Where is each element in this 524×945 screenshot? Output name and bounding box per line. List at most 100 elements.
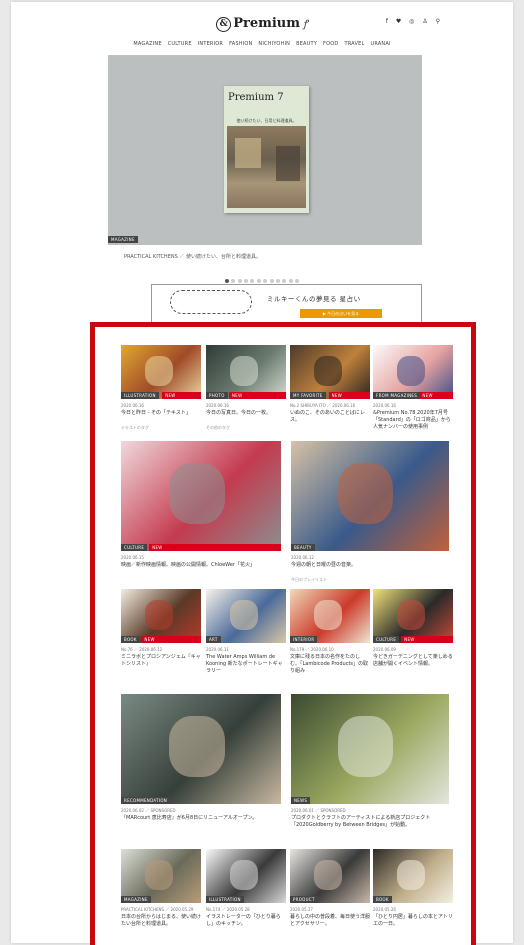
article-date: 2020.06.15 [121, 555, 144, 560]
new-badge: NEW [149, 544, 281, 551]
article-thumbnail[interactable]: INTERIOR [290, 589, 370, 643]
article-thumbnail[interactable]: ILLUSTRATION NEW [121, 345, 201, 399]
article-thumbnail[interactable]: BOOK [373, 849, 453, 903]
article-title[interactable]: 「ひとり円居」暮らしの本とアトリエの一日。 [373, 914, 453, 928]
article-thumbnail[interactable]: FROM MAGAZINES NEW [373, 345, 453, 399]
thumbnail-shape [338, 716, 393, 777]
nav-item-magazine[interactable]: MAGAZINE [133, 41, 161, 47]
article-title[interactable]: 映画／新作映画情報。映画の公開情報。ChloeWer「花火」 [121, 562, 281, 569]
slider-dot[interactable] [263, 279, 268, 283]
article-date: PRACTICAL KITCHENS ／ 2020.05.29 [121, 907, 194, 912]
article-thumbnail[interactable]: BEAUTY [291, 441, 449, 551]
slider-dot[interactable] [250, 279, 255, 283]
new-badge: NEW [162, 392, 201, 399]
thumbnail-shape [230, 860, 258, 890]
magazine-cover[interactable]: Premium 7 使い続けたい、日用と料理道具。 [224, 86, 309, 213]
slider-dot[interactable] [295, 279, 300, 283]
article-thumbnail[interactable]: MY FAVORITE NEW [290, 345, 370, 399]
slider-dot[interactable] [269, 279, 274, 283]
article-subtitle: 今日のプレイリスト [291, 577, 327, 582]
slider-dot[interactable] [282, 279, 287, 283]
slider-dot[interactable] [256, 279, 261, 283]
thumbnail-shape [169, 463, 225, 524]
banner-title: ミルキーくんの夢見る 星占い [267, 295, 361, 303]
thumbnail-shape [314, 600, 342, 630]
article-thumbnail[interactable]: RECOMMENDATION [121, 694, 281, 804]
hero-caption[interactable]: PRACTICAL KITCHENS ／ 使い続けたい、台所と料理道具。 [124, 253, 261, 260]
article-date: No.174 ／ 2020.05.28 [206, 907, 250, 912]
category-tag: ART [206, 636, 221, 643]
category-tag: CULTURE [373, 636, 400, 643]
article-thumbnail[interactable]: CULTURE NEW [121, 441, 281, 551]
category-tag: NEWS [291, 797, 311, 804]
article-thumbnail[interactable]: BOOK NEW [121, 589, 201, 643]
article-title[interactable]: いぬのこ、そのあいのことばにレス。 [290, 410, 370, 424]
article-date: 2020.06.16 [121, 403, 144, 408]
article-title[interactable]: イラストレーターの「ひとり暮らし」のキッチン。 [206, 914, 286, 928]
new-badge: NEW [328, 392, 370, 399]
logo-mark-icon: ꝭ [303, 19, 308, 30]
nav-item-culture[interactable]: CULTURE [168, 41, 192, 47]
article-title[interactable]: 今週の朝と日曜の昼の音楽。 [291, 562, 449, 569]
article-thumbnail[interactable]: CULTURE NEW [373, 589, 453, 643]
article-date: 2020.05.26 [373, 907, 396, 912]
category-tag: INTERIOR [290, 636, 318, 643]
category-tag: BEAUTY [291, 544, 315, 551]
slider-dot[interactable] [237, 279, 242, 283]
article-thumbnail[interactable]: MAGAZINE [121, 849, 201, 903]
thumbnail-shape [145, 860, 173, 890]
slider-dot[interactable] [244, 279, 249, 283]
article-title[interactable]: 『MARcourt 恵比寿店』が6月8日にリニューアルオープン。 [121, 815, 281, 822]
ampersand-icon: & [216, 17, 232, 32]
logo-text: Premium [233, 16, 301, 31]
category-tag: BOOK [121, 636, 140, 643]
article-title[interactable]: &Premium No.78 2020年7月号 「Standard」の「ロゴ商品… [373, 410, 453, 431]
article-thumbnail[interactable]: PHOTO NEW [206, 345, 286, 399]
category-tag: BOOK [373, 896, 392, 903]
nav-item-interior[interactable]: INTERIOR [198, 41, 223, 47]
nav-item-travel[interactable]: TRAVEL [344, 41, 364, 47]
article-date: 2020.06.16 [373, 403, 396, 408]
thumbnail-shape [145, 356, 173, 386]
article-thumbnail[interactable]: ILLUSTRATION [206, 849, 286, 903]
cover-photo [227, 126, 306, 208]
article-title[interactable]: 暮らしの中の普段着、毎日使う洋服とアクセサリー。 [290, 914, 370, 928]
article-title[interactable]: 今日と昨日 - その「テキスト」 [121, 410, 201, 417]
main-nav: MAGAZINE CULTURE INTERIOR FASHION NICHIYOHIN… [11, 41, 513, 47]
article-grid: ILLUSTRATION NEW 2020.06.16 今日と昨日 - その「テキスト… [90, 322, 476, 945]
slider-dot[interactable] [288, 279, 293, 283]
article-thumbnail[interactable]: ART [206, 589, 286, 643]
nav-item-food[interactable]: FOOD [323, 41, 338, 47]
category-tag: PRODUCT [290, 896, 318, 903]
article-thumbnail[interactable]: PRODUCT [290, 849, 370, 903]
thumbnail-shape [230, 356, 258, 386]
nav-item-nichiyohin[interactable]: NICHIYOHIN [258, 41, 290, 47]
horoscope-button[interactable]: ▶ 今日の占いを見る [300, 309, 382, 318]
nav-item-beauty[interactable]: BEAUTY [296, 41, 317, 47]
article-title[interactable]: 文庫に残る日本の名作をたのしむ。「Lambicode Products」の取り組… [290, 654, 370, 675]
article-title[interactable]: ミニラボとプロシアンジェム『キャトシリスト』 [121, 654, 201, 668]
category-tag: FROM MAGAZINES [373, 392, 421, 399]
category-tag: ILLUSTRATION [206, 896, 244, 903]
slider-dot[interactable] [275, 279, 280, 283]
article-title[interactable]: The Water Amps William de Kooning 新たなポート… [206, 654, 286, 675]
article-title[interactable]: 今日の写真日。今日の一枚。 [206, 410, 286, 417]
slider-dot[interactable] [224, 279, 229, 283]
article-title[interactable]: プロダクトとクラフトのアーティストによる新店プロジェクト「2020Goldber… [291, 815, 449, 829]
article-title[interactable]: 今どきガーデニングとして楽しめる 店舗が開くイベント情報。 [373, 654, 453, 668]
article-date: 2020.06.12 [291, 555, 314, 560]
new-badge: NEW [141, 636, 201, 643]
article-title[interactable]: 日本の台所からはじまる、使い続けたい台所と料理道具。 [121, 914, 201, 928]
article-date: 2020.06.01 ／ SPONSORED [291, 808, 346, 813]
article-date: No.2 SHIBUYA ITO ／ 2020.06.16 [290, 403, 356, 408]
article-thumbnail[interactable]: NEWS [291, 694, 449, 804]
nav-item-uranai[interactable]: URANAI [370, 41, 390, 47]
slider-dot[interactable] [231, 279, 236, 283]
social-icons[interactable]: f ♥ ◎ ♙ ⚲ [386, 18, 443, 25]
category-tag: CULTURE [121, 544, 148, 551]
new-badge: NEW [229, 392, 286, 399]
nav-item-fashion[interactable]: FASHION [229, 41, 252, 47]
hero-slider[interactable]: Premium 7 使い続けたい、日用と料理道具。 MAGAZINE [108, 55, 422, 245]
category-tag: ILLUSTRATION [121, 392, 159, 399]
horoscope-banner[interactable]: ミルキーくんの夢見る 星占い ▶ 今日の占いを見る [151, 284, 422, 323]
